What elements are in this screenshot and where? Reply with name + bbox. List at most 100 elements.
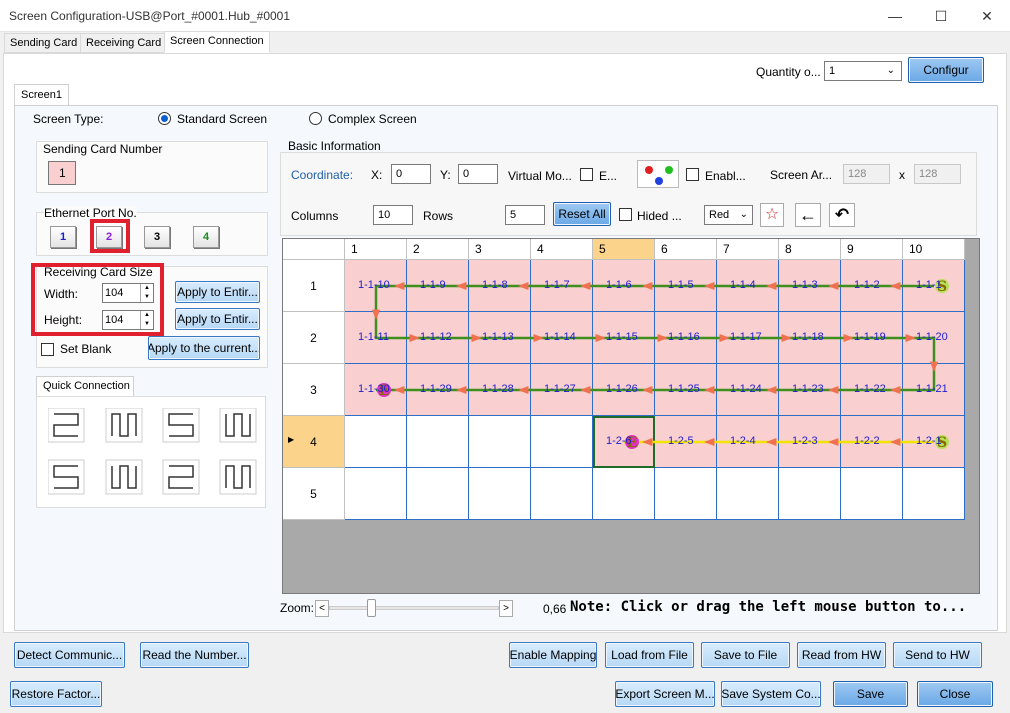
port-2-highlight [90,219,130,253]
enable-mapping-button[interactable]: Enable Mapping [509,642,597,668]
reset-all-button[interactable]: Reset All [553,202,611,226]
chevron-down-icon: ⌄ [886,65,895,76]
receiving-card-label: 1-1-8 [482,279,508,291]
maximize-icon[interactable]: ☐ [918,0,964,32]
screen-type-label: Screen Type: [33,112,104,126]
pattern-8-icon [219,459,257,495]
route-arrow-icon [890,385,901,395]
star-icon[interactable]: ☆ [760,203,784,227]
standard-screen-radio[interactable] [158,112,171,125]
rows-input[interactable]: 5 [505,205,545,225]
area-x-label: x [899,168,905,182]
receiving-card-label: 1-1-26 [606,383,638,395]
height-stepper[interactable]: 104 ▲ ▼ [102,310,154,330]
tab-receiving-card[interactable]: Receiving Card [80,33,168,53]
receiving-card-label: 1-1-10 [358,279,390,291]
hided-checkbox[interactable] [619,208,632,221]
close-button[interactable]: Close [917,681,993,707]
route-arrow-icon [719,333,730,343]
port-1-button[interactable]: 1 [50,226,76,248]
quick-connection-tab[interactable]: Quick Connection [36,376,134,396]
width-stepper[interactable]: 104 ▲ ▼ [102,283,154,303]
receiving-card-label: 1-1-11 [358,331,389,343]
route-arrow-icon [657,333,668,343]
receiving-card-label: 1-1-6 [606,279,632,291]
tab-screen1[interactable]: Screen1 [14,84,69,106]
route-arrow-icon [766,281,777,291]
route-arrow-icon [394,385,405,395]
quantity-label: Quantity o... [756,65,821,79]
save-to-file-button[interactable]: Save to File [701,642,790,668]
send-to-hw-button[interactable]: Send to HW [893,642,982,668]
sending-card-number[interactable]: 1 [48,161,76,185]
detect-communication-button[interactable]: Detect Communic... [14,642,125,668]
receiving-card-label: 1-2-3 [792,435,818,447]
read-from-hw-button[interactable]: Read from HW [797,642,886,668]
pattern-5-icon [48,459,85,495]
receiving-card-label: 1-1-15 [606,331,638,343]
route-arrow-icon [394,281,405,291]
receiving-card-label: 1-1-17 [730,331,762,343]
chevron-down-icon: ⌄ [739,209,748,220]
save-button[interactable]: Save [833,681,908,707]
receiving-card-label: 1-1-19 [854,331,886,343]
tab-screen-connection[interactable]: Screen Connection [164,31,270,53]
route-arrow-icon [704,385,715,395]
export-screen-button[interactable]: Export Screen M... [615,681,715,707]
route-arrow-icon [929,361,939,372]
receiving-card-label: 1-1-16 [668,331,700,343]
x-input[interactable]: 0 [391,164,431,184]
close-icon[interactable]: ✕ [964,0,1010,32]
port-3-button[interactable]: 3 [144,226,170,248]
arrow-left-icon[interactable]: ← [795,203,821,227]
read-number-button[interactable]: Read the Number... [140,642,249,668]
columns-input[interactable]: 10 [373,205,413,225]
enable-checkbox[interactable] [686,168,699,181]
quick-connection-patterns [48,408,257,495]
coordinate-label: Coordinate: [291,168,354,182]
zoom-left-button[interactable]: < [315,600,329,617]
apply-entire-width-button[interactable]: Apply to Entir... [175,281,260,303]
restore-factory-button[interactable]: Restore Factor... [10,681,102,707]
virtual-mode-label: Virtual Mo... [508,169,572,183]
save-system-config-button[interactable]: Save System Co... [721,681,821,707]
stepper-arrows-icon[interactable]: ▲ ▼ [140,311,153,329]
zoom-track[interactable] [329,606,499,610]
zoom-value: 0,66 [543,602,567,616]
complex-screen-radio[interactable] [309,112,322,125]
load-from-file-button[interactable]: Load from File [605,642,694,668]
route-arrow-icon [518,281,529,291]
zoom-label: Zoom: [280,601,315,615]
rows-label: Rows [423,209,454,223]
connection-grid[interactable]: 1 2 3 4 5 6 7 8 9 10 1 2 3 4 ▶ 5 SESE 1-1-10 1-1-9 1-1-8… [282,238,980,594]
zoom-right-button[interactable]: > [499,600,513,617]
screen-area-label: Screen Ar... [770,168,833,182]
set-blank-checkbox[interactable] [41,343,54,356]
stepper-arrows-icon[interactable]: ▲ ▼ [140,284,153,302]
color-select[interactable]: Red ⌄ [704,205,753,225]
receiving-card-label: 1-1-18 [792,331,824,343]
apply-current-button[interactable]: Apply to the current... [148,336,260,360]
receiving-card-label: 1-1-24 [730,383,762,395]
route-arrow-icon [580,281,591,291]
y-input[interactable]: 0 [458,164,498,184]
route-arrow-icon [471,333,482,343]
e-checkbox[interactable] [580,168,593,181]
screen-area-height: 128 [914,164,961,184]
undo-icon[interactable]: ↶ [829,203,855,227]
route-arrow-icon [905,333,916,343]
minimize-icon[interactable]: — [872,0,918,32]
port-4-button[interactable]: 4 [193,226,219,248]
tab-sending-card[interactable]: Sending Card [4,33,84,53]
hided-label: Hided ... [637,209,682,223]
standard-screen-label: Standard Screen [177,112,268,126]
quantity-select[interactable]: 1 ⌄ [824,61,902,81]
zoom-slider-thumb[interactable] [367,599,376,617]
rgb-icon[interactable] [637,160,679,188]
configure-button[interactable]: Configur [908,57,984,83]
apply-entire-height-button[interactable]: Apply to Entir... [175,308,260,330]
receiving-card-label: 1-1-25 [668,383,700,395]
receiving-card-label: 1-1-7 [544,279,570,291]
receiving-card-label: 1-1-5 [668,279,694,291]
receiving-card-label: 1-1-4 [730,279,756,291]
